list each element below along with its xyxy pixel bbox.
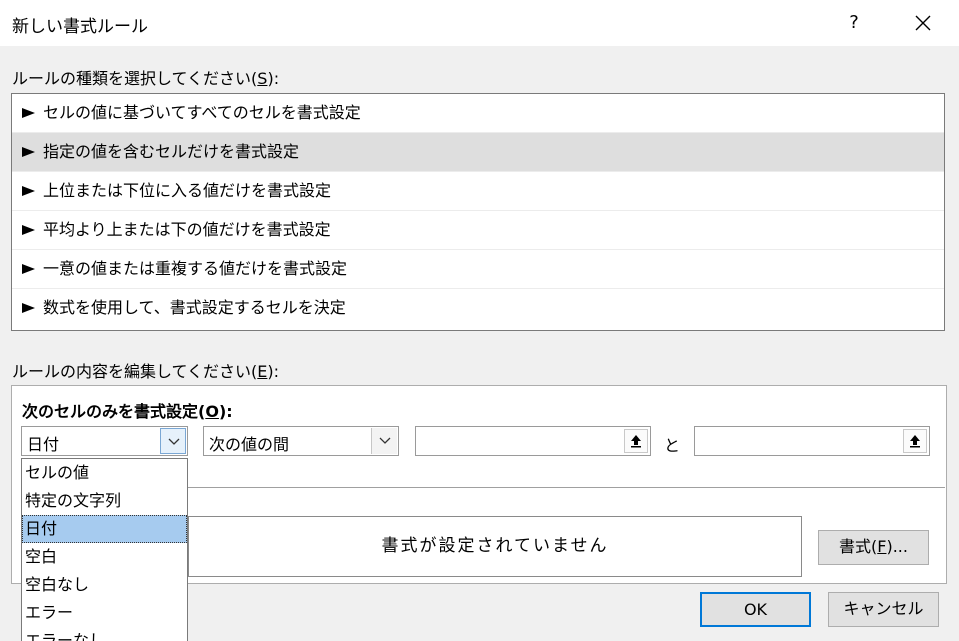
arrow-right-icon (22, 264, 35, 274)
rule-type-item[interactable]: 一意の値または重複する値だけを書式設定 (12, 250, 944, 289)
rule-type-item[interactable]: セルの値に基づいてすべてのセルを書式設定 (12, 94, 944, 133)
condition-label-suffix: ): (218, 402, 233, 421)
rule-type-item[interactable]: 上位または下位に入る値だけを書式設定 (12, 172, 944, 211)
dropdown-option[interactable]: 空白 (22, 543, 187, 571)
dropdown-option[interactable]: エラーなし (22, 627, 187, 641)
value1-collapse-button[interactable] (624, 429, 648, 453)
arrow-right-icon (22, 108, 35, 118)
rule-edit-label-suffix: ): (267, 362, 280, 381)
arrow-right-icon (22, 186, 35, 196)
condition-type-dropdown-button[interactable] (160, 428, 186, 454)
rule-type-item[interactable]: 指定の値を含むセルだけを書式設定 (12, 133, 944, 172)
rule-type-label-key: S (257, 69, 268, 88)
condition-label-text: 次のセルのみを書式設定( (22, 402, 206, 421)
dropdown-option[interactable]: 空白なし (22, 571, 187, 599)
range-select-icon (631, 435, 641, 448)
format-button-suffix: )... (886, 537, 908, 556)
rule-type-label: ルールの種類を選択してください(S): (12, 65, 279, 89)
value2-field[interactable] (694, 426, 930, 456)
rule-type-list[interactable]: セルの値に基づいてすべてのセルを書式設定 指定の値を含むセルだけを書式設定 上位… (11, 93, 945, 331)
chevron-down-icon (379, 437, 391, 444)
format-preview: 書式が設定されていません (188, 516, 802, 577)
range-select-icon (910, 435, 920, 448)
close-button[interactable] (907, 7, 939, 39)
dialog-title: 新しい書式ルール (12, 17, 148, 37)
format-button[interactable]: 書式(F)... (818, 530, 929, 565)
title-bar: 新しい書式ルール ? (0, 0, 959, 46)
dropdown-option[interactable]: エラー (22, 599, 187, 627)
and-label: と (664, 436, 681, 455)
rule-type-label-text: ルールの種類を選択してください( (12, 69, 258, 88)
operator-dropdown-button[interactable] (371, 428, 397, 454)
rule-type-item-label: 一意の値または重複する値だけを書式設定 (43, 259, 348, 278)
close-icon (915, 15, 931, 31)
arrow-right-icon (22, 147, 35, 157)
format-button-text: 書式( (839, 537, 878, 556)
condition-type-combo[interactable]: 日付 (21, 426, 188, 456)
dropdown-option[interactable]: 特定の文字列 (22, 487, 187, 515)
dropdown-option[interactable]: セルの値 (22, 459, 187, 487)
arrow-right-icon (22, 225, 35, 235)
dropdown-option-selected[interactable]: 日付 (22, 515, 187, 543)
condition-label-key: O (205, 402, 219, 421)
rule-edit-label-text: ルールの内容を編集してください( (12, 362, 258, 381)
chevron-down-icon (168, 438, 180, 445)
help-button[interactable]: ? (840, 9, 868, 37)
condition-type-dropdown-list[interactable]: セルの値 特定の文字列 日付 空白 空白なし エラー エラーなし (21, 458, 188, 641)
rule-edit-label: ルールの内容を編集してください(E): (12, 358, 279, 382)
condition-label: 次のセルのみを書式設定(O): (22, 398, 233, 422)
operator-combo[interactable]: 次の値の間 (203, 426, 399, 456)
rule-type-label-suffix: ): (267, 69, 280, 88)
rule-type-item-label: セルの値に基づいてすべてのセルを書式設定 (43, 103, 361, 122)
condition-type-value: 日付 (27, 435, 60, 454)
rule-edit-label-key: E (257, 362, 268, 381)
divider (188, 487, 945, 488)
value2-collapse-button[interactable] (903, 429, 927, 453)
ok-button[interactable]: OK (700, 592, 811, 627)
value1-field[interactable] (415, 426, 651, 456)
rule-type-item-label: 数式を使用して、書式設定するセルを決定 (43, 298, 346, 317)
rule-type-item-label: 指定の値を含むセルだけを書式設定 (43, 142, 300, 161)
arrow-right-icon (22, 303, 35, 313)
operator-value: 次の値の間 (209, 435, 290, 454)
cancel-button[interactable]: キャンセル (828, 592, 939, 627)
rule-type-item-label: 平均より上または下の値だけを書式設定 (43, 220, 331, 239)
rule-type-item[interactable]: 数式を使用して、書式設定するセルを決定 (12, 289, 944, 328)
rule-type-item[interactable]: 平均より上または下の値だけを書式設定 (12, 211, 944, 250)
rule-type-item-label: 上位または下位に入る値だけを書式設定 (43, 181, 332, 200)
